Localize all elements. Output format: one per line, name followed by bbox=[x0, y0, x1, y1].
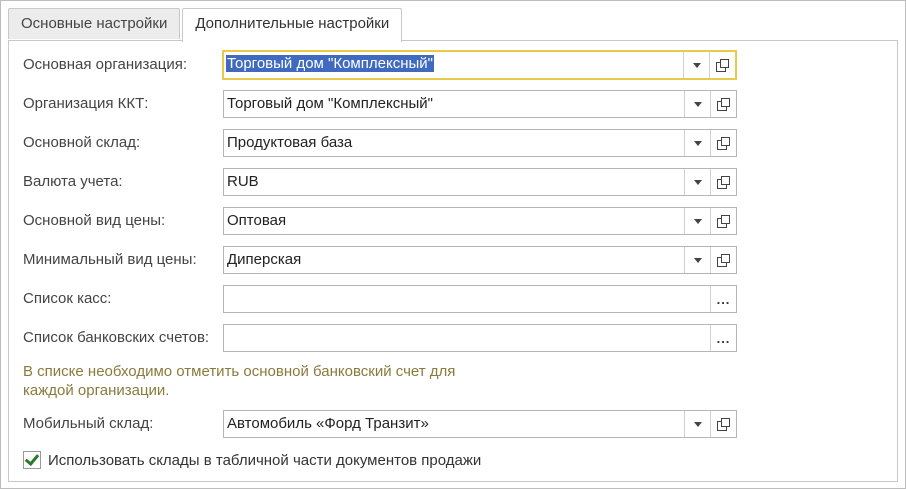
kkt-organization-value[interactable]: Торговый дом "Комплексный" bbox=[224, 91, 684, 117]
currency-dropdown-button[interactable] bbox=[684, 169, 710, 195]
checkmark-icon bbox=[24, 450, 40, 467]
currency-field[interactable]: RUB bbox=[223, 168, 737, 196]
mobile-warehouse-field[interactable]: Автомобиль «Форд Транзит» bbox=[223, 410, 737, 438]
currency-label: Валюта учета: bbox=[23, 173, 123, 190]
open-form-icon bbox=[717, 214, 730, 228]
mobile-warehouse-value[interactable]: Автомобиль «Форд Транзит» bbox=[224, 411, 684, 437]
min-price-type-label: Минимальный вид цены: bbox=[23, 251, 197, 268]
main-organization-selected-text: Торговый дом "Комплексный" bbox=[226, 55, 434, 72]
open-form-icon bbox=[717, 97, 730, 111]
price-type-open-button[interactable] bbox=[710, 208, 736, 234]
use-warehouses-label[interactable]: Использовать склады в табличной части до… bbox=[48, 452, 481, 469]
min-price-type-dropdown-button[interactable] bbox=[684, 247, 710, 273]
kkt-organization-open-button[interactable] bbox=[710, 91, 736, 117]
main-organization-field[interactable]: Торговый дом "Комплексный" bbox=[222, 50, 737, 80]
triangle-down-icon bbox=[692, 62, 701, 68]
bank-accounts-select-button[interactable]: ... bbox=[710, 325, 736, 351]
min-price-type-field[interactable]: Диперская bbox=[223, 246, 737, 274]
triangle-down-icon bbox=[693, 218, 702, 224]
min-price-type-open-button[interactable] bbox=[710, 247, 736, 273]
cashboxes-field[interactable]: ... bbox=[223, 285, 737, 313]
triangle-down-icon bbox=[693, 140, 702, 146]
cashboxes-label: Список касс: bbox=[23, 290, 112, 307]
currency-open-button[interactable] bbox=[710, 169, 736, 195]
kkt-organization-field[interactable]: Торговый дом "Комплексный" bbox=[223, 90, 737, 118]
tab-main-settings[interactable]: Основные настройки bbox=[8, 8, 181, 39]
triangle-down-icon bbox=[693, 179, 702, 185]
open-form-icon bbox=[717, 175, 730, 189]
row-cashboxes: Список касс: ... bbox=[9, 285, 897, 313]
open-form-icon bbox=[717, 136, 730, 150]
cashboxes-value[interactable] bbox=[224, 286, 710, 312]
cashboxes-select-button[interactable]: ... bbox=[710, 286, 736, 312]
main-warehouse-value[interactable]: Продуктовая база bbox=[224, 130, 684, 156]
row-main-organization: Основная организация: Торговый дом "Комп… bbox=[9, 50, 897, 80]
mobile-warehouse-open-button[interactable] bbox=[710, 411, 736, 437]
use-warehouses-checkbox[interactable] bbox=[23, 450, 41, 469]
main-warehouse-dropdown-button[interactable] bbox=[684, 130, 710, 156]
kkt-organization-dropdown-button[interactable] bbox=[684, 91, 710, 117]
mobile-warehouse-label: Мобильный склад: bbox=[23, 415, 154, 432]
main-warehouse-field[interactable]: Продуктовая база bbox=[223, 129, 737, 157]
price-type-field[interactable]: Оптовая bbox=[223, 207, 737, 235]
price-type-value[interactable]: Оптовая bbox=[224, 208, 684, 234]
additional-settings-panel: Основная организация: Торговый дом "Комп… bbox=[8, 40, 898, 482]
main-organization-open-button[interactable] bbox=[709, 52, 735, 78]
main-organization-value[interactable]: Торговый дом "Комплексный" bbox=[224, 52, 683, 78]
price-type-label: Основной вид цены: bbox=[23, 212, 166, 229]
min-price-type-value[interactable]: Диперская bbox=[224, 247, 684, 273]
bank-accounts-label: Список банковских счетов: bbox=[23, 329, 210, 346]
kkt-organization-label: Организация ККТ: bbox=[23, 95, 149, 112]
triangle-down-icon bbox=[693, 257, 702, 263]
main-organization-label: Основная организация: bbox=[23, 56, 187, 73]
bank-accounts-field[interactable]: ... bbox=[223, 324, 737, 352]
main-warehouse-label: Основной склад: bbox=[23, 134, 141, 151]
row-currency: Валюта учета: RUB bbox=[9, 168, 897, 196]
row-bank-accounts: Список банковских счетов: ... bbox=[9, 324, 897, 352]
tab-additional-settings[interactable]: Дополнительные настройки bbox=[182, 8, 403, 42]
row-min-price-type: Минимальный вид цены: Диперская bbox=[9, 246, 897, 274]
open-form-icon bbox=[717, 253, 730, 267]
open-form-icon bbox=[716, 58, 729, 72]
bank-accounts-hint: В списке необходимо отметить основной ба… bbox=[23, 363, 456, 399]
row-main-warehouse: Основной склад: Продуктовая база bbox=[9, 129, 897, 157]
tab-bar: Основные настройки Дополнительные настро… bbox=[8, 8, 404, 42]
bank-accounts-value[interactable] bbox=[224, 325, 710, 351]
triangle-down-icon bbox=[693, 421, 702, 427]
open-form-icon bbox=[717, 417, 730, 431]
row-price-type: Основной вид цены: Оптовая bbox=[9, 207, 897, 235]
main-organization-dropdown-button[interactable] bbox=[683, 52, 709, 78]
main-warehouse-open-button[interactable] bbox=[710, 130, 736, 156]
use-warehouses-row: Использовать склады в табличной части до… bbox=[23, 449, 481, 471]
price-type-dropdown-button[interactable] bbox=[684, 208, 710, 234]
triangle-down-icon bbox=[693, 101, 702, 107]
mobile-warehouse-dropdown-button[interactable] bbox=[684, 411, 710, 437]
row-kkt-organization: Организация ККТ: Торговый дом "Комплексн… bbox=[9, 90, 897, 118]
currency-value[interactable]: RUB bbox=[224, 169, 684, 195]
row-mobile-warehouse: Мобильный склад: Автомобиль «Форд Транзи… bbox=[9, 410, 897, 438]
